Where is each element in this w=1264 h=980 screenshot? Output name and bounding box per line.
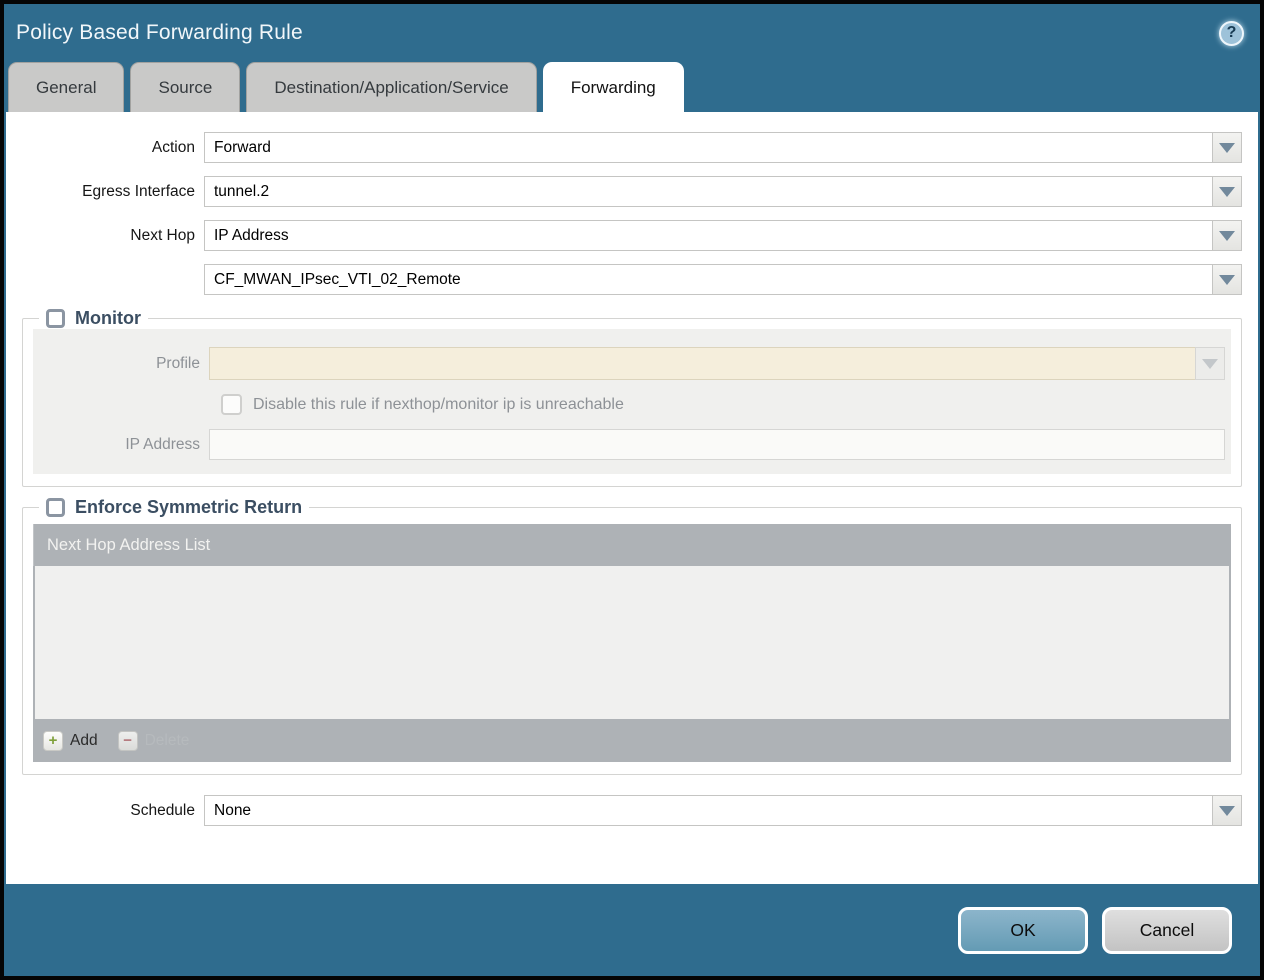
add-button-label: Add [70, 732, 98, 750]
profile-dropdown-button [1195, 347, 1225, 380]
delete-button: − Delete [118, 731, 190, 751]
profile-label: Profile [33, 355, 209, 373]
delete-button-label: Delete [145, 732, 190, 750]
tab-forwarding[interactable]: Forwarding [543, 62, 684, 112]
disable-rule-checkbox [221, 394, 242, 415]
schedule-dropdown-button[interactable] [1212, 795, 1242, 826]
ok-button[interactable]: OK [958, 907, 1088, 954]
action-input[interactable] [204, 132, 1212, 163]
plus-icon: + [43, 731, 63, 751]
disable-rule-row: Disable this rule if nexthop/monitor ip … [221, 394, 1231, 415]
tab-general[interactable]: General [8, 62, 124, 112]
monitor-ip-address-input [209, 429, 1225, 460]
disable-rule-label: Disable this rule if nexthop/monitor ip … [253, 396, 624, 414]
next-hop-label: Next Hop [6, 227, 204, 245]
tab-bar: General Source Destination/Application/S… [4, 62, 1260, 112]
monitor-label: Monitor [75, 308, 141, 329]
minus-icon: − [118, 731, 138, 751]
next-hop-address-list-table: Next Hop Address List + Add − Delete [33, 524, 1231, 762]
page-title: Policy Based Forwarding Rule [16, 21, 303, 45]
monitor-checkbox[interactable] [46, 309, 65, 328]
monitor-ip-address-row: IP Address [33, 429, 1231, 460]
schedule-label: Schedule [6, 802, 204, 820]
egress-interface-input[interactable] [204, 176, 1212, 207]
cancel-button[interactable]: Cancel [1102, 907, 1232, 954]
next-hop-address-input[interactable] [204, 264, 1212, 295]
chevron-down-icon [1219, 231, 1235, 241]
action-row: Action [6, 132, 1242, 163]
schedule-row: Schedule [6, 795, 1242, 826]
add-button[interactable]: + Add [43, 731, 98, 751]
help-icon[interactable]: ? [1219, 21, 1244, 46]
next-hop-address-list-body [35, 566, 1229, 719]
next-hop-row: Next Hop [6, 220, 1242, 251]
next-hop-dropdown-button[interactable] [1212, 220, 1242, 251]
action-label: Action [6, 139, 204, 157]
monitor-group: Monitor Profile Disable this rule if nex… [22, 308, 1242, 487]
next-hop-address-row [6, 264, 1242, 295]
egress-interface-row: Egress Interface [6, 176, 1242, 207]
profile-row: Profile [33, 347, 1231, 380]
symmetric-return-checkbox[interactable] [46, 498, 65, 517]
chevron-down-icon [1202, 359, 1218, 369]
monitor-panel: Profile Disable this rule if nexthop/mon… [33, 329, 1231, 474]
chevron-down-icon [1219, 143, 1235, 153]
monitor-ip-address-label: IP Address [33, 436, 209, 454]
tab-source[interactable]: Source [130, 62, 240, 112]
next-hop-address-list-header: Next Hop Address List [33, 524, 1231, 566]
next-hop-address-dropdown-button[interactable] [1212, 264, 1242, 295]
dialog-titlebar: Policy Based Forwarding Rule ? [4, 4, 1260, 62]
schedule-input[interactable] [204, 795, 1212, 826]
symmetric-return-legend: Enforce Symmetric Return [39, 497, 309, 518]
dialog-footer: OK Cancel [4, 884, 1260, 976]
monitor-legend: Monitor [39, 308, 148, 329]
policy-based-forwarding-dialog: Policy Based Forwarding Rule ? General S… [0, 0, 1264, 980]
next-hop-address-list-footer: + Add − Delete [33, 719, 1231, 762]
egress-interface-dropdown-button[interactable] [1212, 176, 1242, 207]
forwarding-tab-panel: Action Egress Interface Next Hop [6, 112, 1258, 884]
chevron-down-icon [1219, 275, 1235, 285]
tab-destination-application-service[interactable]: Destination/Application/Service [246, 62, 536, 112]
symmetric-return-label: Enforce Symmetric Return [75, 497, 302, 518]
chevron-down-icon [1219, 187, 1235, 197]
action-dropdown-button[interactable] [1212, 132, 1242, 163]
next-hop-input[interactable] [204, 220, 1212, 251]
egress-interface-label: Egress Interface [6, 183, 204, 201]
profile-input [209, 347, 1195, 380]
symmetric-return-group: Enforce Symmetric Return Next Hop Addres… [22, 497, 1242, 775]
chevron-down-icon [1219, 806, 1235, 816]
